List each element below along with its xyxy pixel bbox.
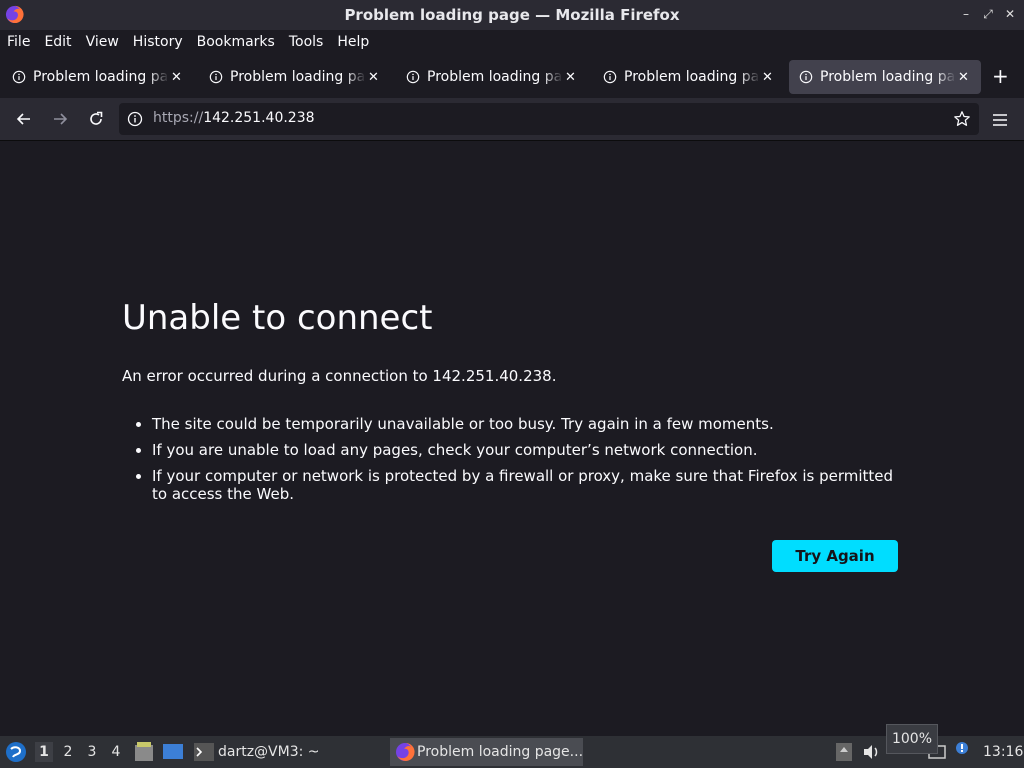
- info-icon: [799, 70, 813, 84]
- clock: 13:16: [983, 744, 1024, 760]
- tab-label: Problem loading page: [427, 69, 563, 85]
- try-again-button[interactable]: Try Again: [772, 540, 898, 572]
- menu-bar: File Edit View History Bookmarks Tools H…: [0, 30, 1024, 54]
- suggestion-item: The site could be temporarily unavailabl…: [152, 415, 912, 433]
- forward-arrow-icon[interactable]: [50, 109, 70, 129]
- workspace-1[interactable]: 1: [35, 742, 53, 762]
- desktop-icon[interactable]: [162, 742, 184, 762]
- upload-icon[interactable]: [836, 743, 852, 761]
- tab-3[interactable]: Problem loading page ✕: [396, 60, 584, 94]
- tab-4[interactable]: Problem loading page ✕: [593, 60, 781, 94]
- tab-close-icon[interactable]: ✕: [171, 70, 182, 85]
- tab-strip: Problem loading page ✕ Problem loading p…: [0, 56, 1024, 98]
- url-text[interactable]: https://142.251.40.238: [153, 110, 315, 126]
- task-terminal[interactable]: dartz@VM3: ~: [194, 736, 320, 768]
- taskbar: 1 2 3 4 dartz@VM3: ~ Problem loading pag…: [0, 736, 1024, 768]
- new-tab-icon[interactable]: +: [992, 64, 1009, 88]
- url-scheme: https://: [153, 110, 204, 126]
- menu-view[interactable]: View: [86, 34, 119, 50]
- url-bar[interactable]: https://142.251.40.238: [119, 103, 979, 135]
- error-title: Unable to connect: [122, 298, 433, 338]
- app-menu-icon[interactable]: [5, 741, 27, 763]
- tab-close-icon[interactable]: ✕: [565, 70, 576, 85]
- tab-label: Problem loading page: [624, 69, 760, 85]
- volume-tooltip: 100%: [886, 724, 938, 754]
- info-icon: [209, 70, 223, 84]
- maximize-icon[interactable]: ⤢: [980, 6, 996, 22]
- task-firefox[interactable]: Problem loading page...: [390, 738, 583, 766]
- volume-icon[interactable]: [862, 743, 882, 761]
- tab-label: Problem loading page: [33, 69, 169, 85]
- menu-tools[interactable]: Tools: [289, 34, 324, 50]
- hamburger-menu-icon[interactable]: [990, 110, 1010, 130]
- info-icon: [603, 70, 617, 84]
- info-icon: [406, 70, 420, 84]
- terminal-icon: [194, 743, 214, 761]
- suggestion-item: If you are unable to load any pages, che…: [152, 441, 912, 459]
- workspace-2[interactable]: 2: [59, 744, 77, 760]
- tab-1[interactable]: Problem loading page ✕: [2, 60, 190, 94]
- firefox-icon: [5, 5, 24, 24]
- menu-history[interactable]: History: [133, 34, 183, 50]
- menu-edit[interactable]: Edit: [44, 34, 71, 50]
- tab-label: Problem loading page: [820, 69, 956, 85]
- firefox-task-label: Problem loading page...: [417, 744, 584, 760]
- window-title: Problem loading page — Mozilla Firefox: [344, 6, 680, 24]
- bookmark-star-icon[interactable]: [953, 110, 971, 128]
- notification-icon[interactable]: [954, 741, 974, 761]
- site-info-icon[interactable]: [127, 111, 143, 127]
- tab-close-icon[interactable]: ✕: [368, 70, 379, 85]
- tab-2[interactable]: Problem loading page ✕: [199, 60, 387, 94]
- menu-help[interactable]: Help: [337, 34, 369, 50]
- reload-icon[interactable]: [86, 109, 106, 129]
- info-icon: [12, 70, 26, 84]
- menu-file[interactable]: File: [7, 34, 30, 50]
- tab-label: Problem loading page: [230, 69, 366, 85]
- terminal-task-label: dartz@VM3: ~: [218, 744, 320, 760]
- firefox-icon: [396, 742, 415, 761]
- url-host: 142.251.40.238: [203, 110, 315, 126]
- window-titlebar: Problem loading page — Mozilla Firefox –…: [0, 0, 1024, 30]
- minimize-icon[interactable]: –: [958, 6, 974, 22]
- tab-close-icon[interactable]: ✕: [958, 70, 969, 85]
- file-manager-icon[interactable]: [134, 741, 154, 763]
- error-suggestions: The site could be temporarily unavailabl…: [152, 415, 912, 511]
- tab-close-icon[interactable]: ✕: [762, 70, 773, 85]
- menu-bookmarks[interactable]: Bookmarks: [197, 34, 275, 50]
- workspace-3[interactable]: 3: [83, 744, 101, 760]
- back-arrow-icon[interactable]: [14, 109, 34, 129]
- suggestion-item: If your computer or network is protected…: [152, 467, 912, 503]
- error-page: Unable to connect An error occurred duri…: [0, 141, 1024, 736]
- tab-5-active[interactable]: Problem loading page ✕: [789, 60, 981, 94]
- error-description: An error occurred during a connection to…: [122, 367, 557, 385]
- workspace-4[interactable]: 4: [107, 744, 125, 760]
- close-icon[interactable]: ✕: [1002, 6, 1018, 22]
